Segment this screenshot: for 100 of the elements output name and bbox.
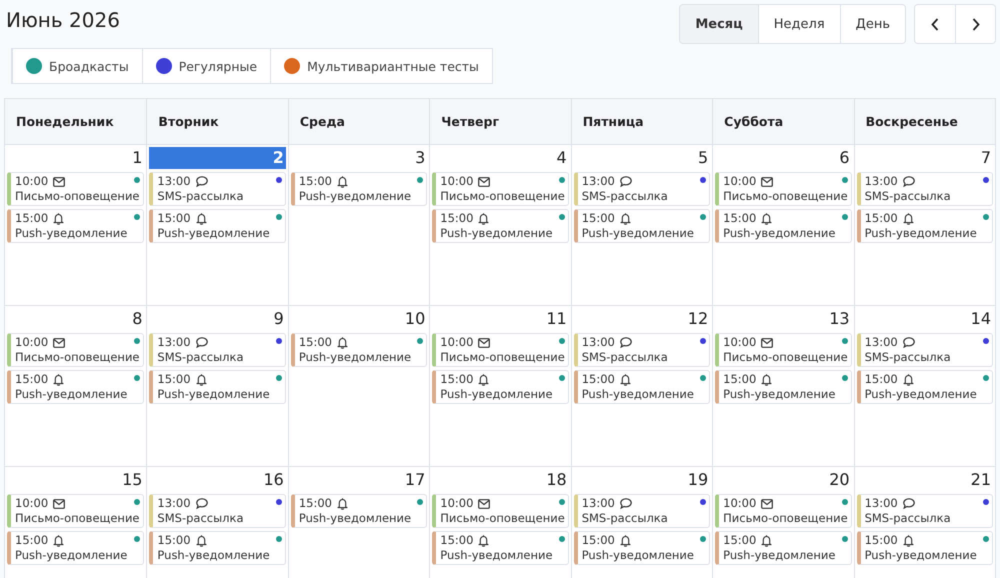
event-card[interactable]: 15:00 Push-уведомление xyxy=(149,209,286,243)
event-card[interactable]: 13:00 SMS-рассылка xyxy=(574,494,710,528)
bell-icon xyxy=(337,336,348,348)
day-number: 12 xyxy=(686,308,710,330)
chevron-right-icon xyxy=(972,18,980,30)
day-number: 6 xyxy=(838,147,851,169)
speech-bubble-icon xyxy=(902,498,915,509)
bell-icon xyxy=(761,374,772,386)
weekday-header: Среда xyxy=(288,99,430,145)
event-time: 13:00 xyxy=(864,496,898,511)
event-card[interactable]: 10:00 Письмо-оповещение xyxy=(432,333,569,367)
event-card[interactable]: 15:00 Push-уведомление xyxy=(715,209,852,243)
event-title: SMS-рассылка xyxy=(157,189,245,204)
event-card[interactable]: 15:00 Push-уведомление xyxy=(856,370,993,404)
event-card[interactable]: 10:00 Письмо-оповещение xyxy=(432,172,569,206)
event-time: 15:00 xyxy=(723,372,756,387)
bell-icon xyxy=(196,534,207,546)
legend-label: Регулярные xyxy=(178,58,258,74)
event-time: 15:00 xyxy=(864,372,898,387)
event-card[interactable]: 15:00 Push-уведомление xyxy=(856,209,993,243)
event-card[interactable]: 13:00 SMS-рассылка xyxy=(856,333,993,367)
event-card[interactable]: 10:00 Письмо-оповещение xyxy=(432,494,569,528)
event-time: 13:00 xyxy=(157,174,191,189)
event-card[interactable]: 15:00 Push-уведомление xyxy=(574,531,710,565)
bell-icon xyxy=(902,534,914,546)
event-card[interactable]: 15:00 Push-уведомление xyxy=(856,531,993,565)
event-time: 15:00 xyxy=(157,372,191,387)
event-card[interactable]: 15:00 Push-уведомление xyxy=(149,370,286,404)
event-card[interactable]: 13:00 SMS-рассылка xyxy=(149,172,286,206)
weekday-header: Понедельник xyxy=(5,99,146,145)
legend-label: Мультивариантные тесты xyxy=(307,58,479,74)
weekday-header: Четверг xyxy=(429,99,571,145)
event-card[interactable]: 13:00 SMS-рассылка xyxy=(574,172,710,206)
speech-bubble-icon xyxy=(620,498,632,509)
event-time: 15:00 xyxy=(440,533,474,548)
event-time: 15:00 xyxy=(298,174,332,189)
event-title: Push-уведомление xyxy=(15,387,128,402)
event-card[interactable]: 15:00 Push-уведомление xyxy=(7,370,144,404)
event-title: Push-уведомление xyxy=(157,387,271,402)
event-card[interactable]: 15:00 Push-уведомление xyxy=(290,494,428,528)
event-title: Push-уведомление xyxy=(440,548,554,563)
event-time: 15:00 xyxy=(15,533,48,548)
event-card[interactable]: 10:00 Письмо-оповещение xyxy=(7,494,144,528)
event-title: Письмо-оповещение xyxy=(440,189,563,204)
event-title: Push-уведомление xyxy=(15,548,128,563)
event-card[interactable]: 15:00 Push-уведомление xyxy=(7,209,144,243)
event-card[interactable]: 15:00 Push-уведомление xyxy=(290,172,428,206)
event-time: 15:00 xyxy=(864,211,898,226)
envelope-icon xyxy=(761,338,774,348)
day-number: 16 xyxy=(262,469,285,491)
event-time: 10:00 xyxy=(440,335,474,350)
bell-icon xyxy=(53,212,64,224)
bell-icon xyxy=(761,534,772,546)
view-tab[interactable]: Месяц xyxy=(680,5,758,43)
next-button[interactable] xyxy=(955,5,995,43)
event-card[interactable]: 15:00 Push-уведомление xyxy=(432,370,569,404)
event-card[interactable]: 13:00 SMS-рассылка xyxy=(149,494,286,528)
weekday-header: Воскресенье xyxy=(854,99,995,145)
event-card[interactable]: 15:00 Push-уведомление xyxy=(574,370,710,404)
event-card[interactable]: 15:00 Push-уведомление xyxy=(574,209,710,243)
event-card[interactable]: 10:00 Письмо-оповещение xyxy=(715,172,852,206)
event-card[interactable]: 13:00 SMS-рассылка xyxy=(856,172,993,206)
envelope-icon xyxy=(478,498,490,508)
event-card[interactable]: 13:00 SMS-рассылка xyxy=(574,333,710,367)
event-card[interactable]: 10:00 Письмо-оповещение xyxy=(715,494,852,528)
weekday-header: Суббота xyxy=(712,99,854,145)
event-time: 13:00 xyxy=(864,335,898,350)
speech-bubble-icon xyxy=(196,498,208,509)
event-card[interactable]: 10:00 Письмо-оповещение xyxy=(715,333,852,367)
event-title: SMS-рассылка xyxy=(864,189,952,204)
bell-icon xyxy=(337,176,348,188)
event-time: 15:00 xyxy=(440,211,474,226)
event-card[interactable]: 15:00 Push-уведомление xyxy=(149,531,286,565)
event-time: 10:00 xyxy=(723,174,756,189)
event-title: Письмо-оповещение xyxy=(723,189,846,204)
event-time: 15:00 xyxy=(723,211,756,226)
event-time: 15:00 xyxy=(582,211,615,226)
speech-bubble-icon xyxy=(620,337,632,348)
event-title: SMS-рассылка xyxy=(864,511,952,526)
event-card[interactable]: 15:00 Push-уведомление xyxy=(715,531,852,565)
event-card[interactable]: 15:00 Push-уведомление xyxy=(432,531,569,565)
event-title: Push-уведомление xyxy=(864,387,978,402)
view-tab[interactable]: День xyxy=(840,5,905,43)
event-card[interactable]: 10:00 Письмо-оповещение xyxy=(7,172,144,206)
bell-icon xyxy=(620,374,631,386)
day-number: 5 xyxy=(696,147,710,169)
event-card[interactable]: 15:00 Push-уведомление xyxy=(715,370,852,404)
event-card[interactable]: 13:00 SMS-рассылка xyxy=(149,333,286,367)
event-card[interactable]: 15:00 Push-уведомление xyxy=(290,333,428,367)
event-card[interactable]: 15:00 Push-уведомление xyxy=(432,209,569,243)
day-number: 3 xyxy=(414,147,426,169)
event-card[interactable]: 15:00 Push-уведомление xyxy=(7,531,144,565)
day-number: 9 xyxy=(272,308,285,330)
event-card[interactable]: 10:00 Письмо-оповещение xyxy=(7,333,144,367)
event-title: Письмо-оповещение xyxy=(723,350,846,365)
bell-icon xyxy=(478,212,490,224)
event-card[interactable]: 13:00 SMS-рассылка xyxy=(856,494,993,528)
day-number: 8 xyxy=(131,308,144,330)
event-time: 13:00 xyxy=(157,496,191,511)
bell-icon xyxy=(478,534,490,546)
